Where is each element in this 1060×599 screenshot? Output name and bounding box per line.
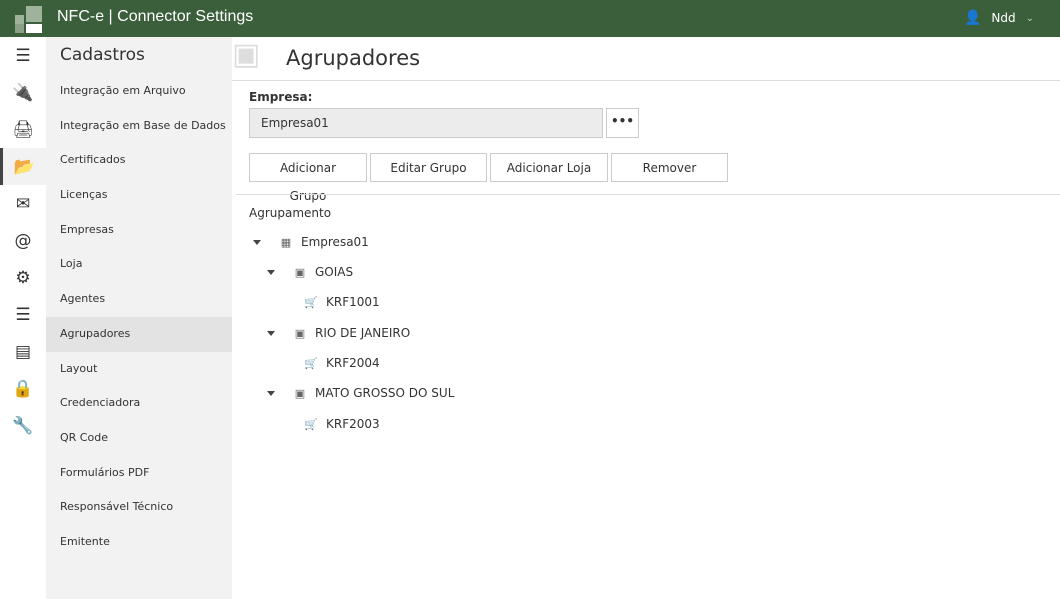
cart-icon: 🛒 <box>304 295 318 309</box>
chevron-down-icon: ⌄ <box>1025 12 1034 24</box>
node-label: GOIAS <box>315 265 354 279</box>
caret-down-icon[interactable] <box>267 330 275 336</box>
app-title: NFC-e | Connector Settings <box>57 8 254 25</box>
menu-icon[interactable]: ☰ <box>0 37 46 74</box>
sidebar-item[interactable]: Certificados <box>46 143 232 178</box>
sidebar-title: Cadastros <box>60 45 145 65</box>
sidebar-item[interactable]: Responsável Técnico <box>46 490 232 525</box>
tree-node-group[interactable]: ▣ MATO GROSSO DO SUL <box>267 383 454 403</box>
empresa-field[interactable]: Empresa01 <box>249 108 603 138</box>
print-icon[interactable]: 🖨 <box>0 111 46 148</box>
wrench-icon[interactable]: 🔧 <box>0 407 46 444</box>
tree-node-store[interactable]: 🛒 KRF1001 <box>304 292 380 312</box>
plug-icon[interactable]: 🔌 <box>0 74 46 111</box>
node-label: Empresa01 <box>301 235 369 249</box>
user-menu[interactable]: 👤 Ndd ⌄ <box>964 10 1034 26</box>
at-icon[interactable]: @ <box>0 222 46 259</box>
sidebar-item[interactable]: Agentes <box>46 282 232 317</box>
sidebar-item[interactable]: Credenciadora <box>46 386 232 421</box>
tree-node-store[interactable]: 🛒 KRF2003 <box>304 414 380 434</box>
group-icon: ▣ <box>294 265 306 279</box>
icon-rail: ☰ 🔌 🖨 📂 ✉ @ ⚙ ☰ ▤ 🔒 🔧 <box>0 37 46 599</box>
user-name: Ndd <box>991 11 1016 25</box>
empresa-label: Empresa: <box>249 90 313 104</box>
sidebar-item[interactable]: Layout <box>46 352 232 387</box>
sidebar-item[interactable]: Loja <box>46 247 232 282</box>
group-icon: ▣ <box>294 326 306 340</box>
cart-icon: 🛒 <box>304 356 318 370</box>
caret-down-icon[interactable] <box>253 239 261 245</box>
page-title: Agrupadores <box>286 46 421 70</box>
sidebar-item[interactable]: Licenças <box>46 178 232 213</box>
lock-icon[interactable]: 🔒 <box>0 370 46 407</box>
folder-open-icon[interactable]: 📂 <box>0 148 46 185</box>
top-bar: NFC-e | Connector Settings 👤 Ndd ⌄ <box>0 0 1060 37</box>
add-group-button[interactable]: Adicionar Grupo <box>249 153 367 203</box>
sidebar-item[interactable]: Emitente <box>46 525 232 560</box>
server-icon[interactable]: ▤ <box>0 333 46 370</box>
sidebar-item[interactable]: QR Code <box>46 421 232 456</box>
gear-icon[interactable]: ⚙ <box>0 259 46 296</box>
main-content: ▣ Agrupadores Empresa: Empresa01 ••• Adi… <box>232 37 1060 599</box>
sidebar-item[interactable]: Empresas <box>46 213 232 248</box>
sidebar-item-agrupadores[interactable]: Agrupadores <box>46 316 232 352</box>
building-icon: ▦ <box>280 235 292 249</box>
node-label: KRF2004 <box>326 356 380 370</box>
caret-down-icon[interactable] <box>267 390 275 396</box>
caret-down-icon[interactable] <box>267 269 275 275</box>
group-icon: ▣ <box>294 386 306 400</box>
sidebar-item[interactable]: Integração em Arquivo <box>46 74 232 109</box>
node-label: KRF1001 <box>326 295 380 309</box>
tree-node-store[interactable]: 🛒 KRF2004 <box>304 353 380 373</box>
add-store-button[interactable]: Adicionar Loja <box>490 153 608 182</box>
edit-group-button[interactable]: Editar Grupo <box>370 153 487 182</box>
browse-button[interactable]: ••• <box>606 108 639 138</box>
sidebar-item[interactable]: Integração em Base de Dados <box>46 109 232 144</box>
node-label: MATO GROSSO DO SUL <box>315 386 455 400</box>
envelope-icon[interactable]: ✉ <box>0 185 46 222</box>
group-watermark-icon: ▣ <box>232 37 261 72</box>
sidebar-menu: Cadastros Integração em Arquivo Integraç… <box>46 37 232 599</box>
tree-node-group[interactable]: ▣ GOIAS <box>267 262 353 282</box>
sidebar-item[interactable]: Formulários PDF <box>46 456 232 491</box>
tree-node-group[interactable]: ▣ RIO DE JANEIRO <box>267 323 410 343</box>
page-header: ▣ Agrupadores <box>232 37 1060 81</box>
node-label: RIO DE JANEIRO <box>315 326 411 340</box>
cart-icon: 🛒 <box>304 417 318 431</box>
node-label: KRF2003 <box>326 417 380 431</box>
sliders-icon[interactable]: ☰ <box>0 296 46 333</box>
divider <box>236 194 1060 195</box>
tree-label: Agrupamento <box>249 206 332 220</box>
user-icon: 👤 <box>963 10 982 26</box>
tree-node-root[interactable]: ▦ Empresa01 <box>253 232 369 252</box>
remove-button[interactable]: Remover <box>611 153 728 182</box>
app-logo <box>15 6 43 33</box>
